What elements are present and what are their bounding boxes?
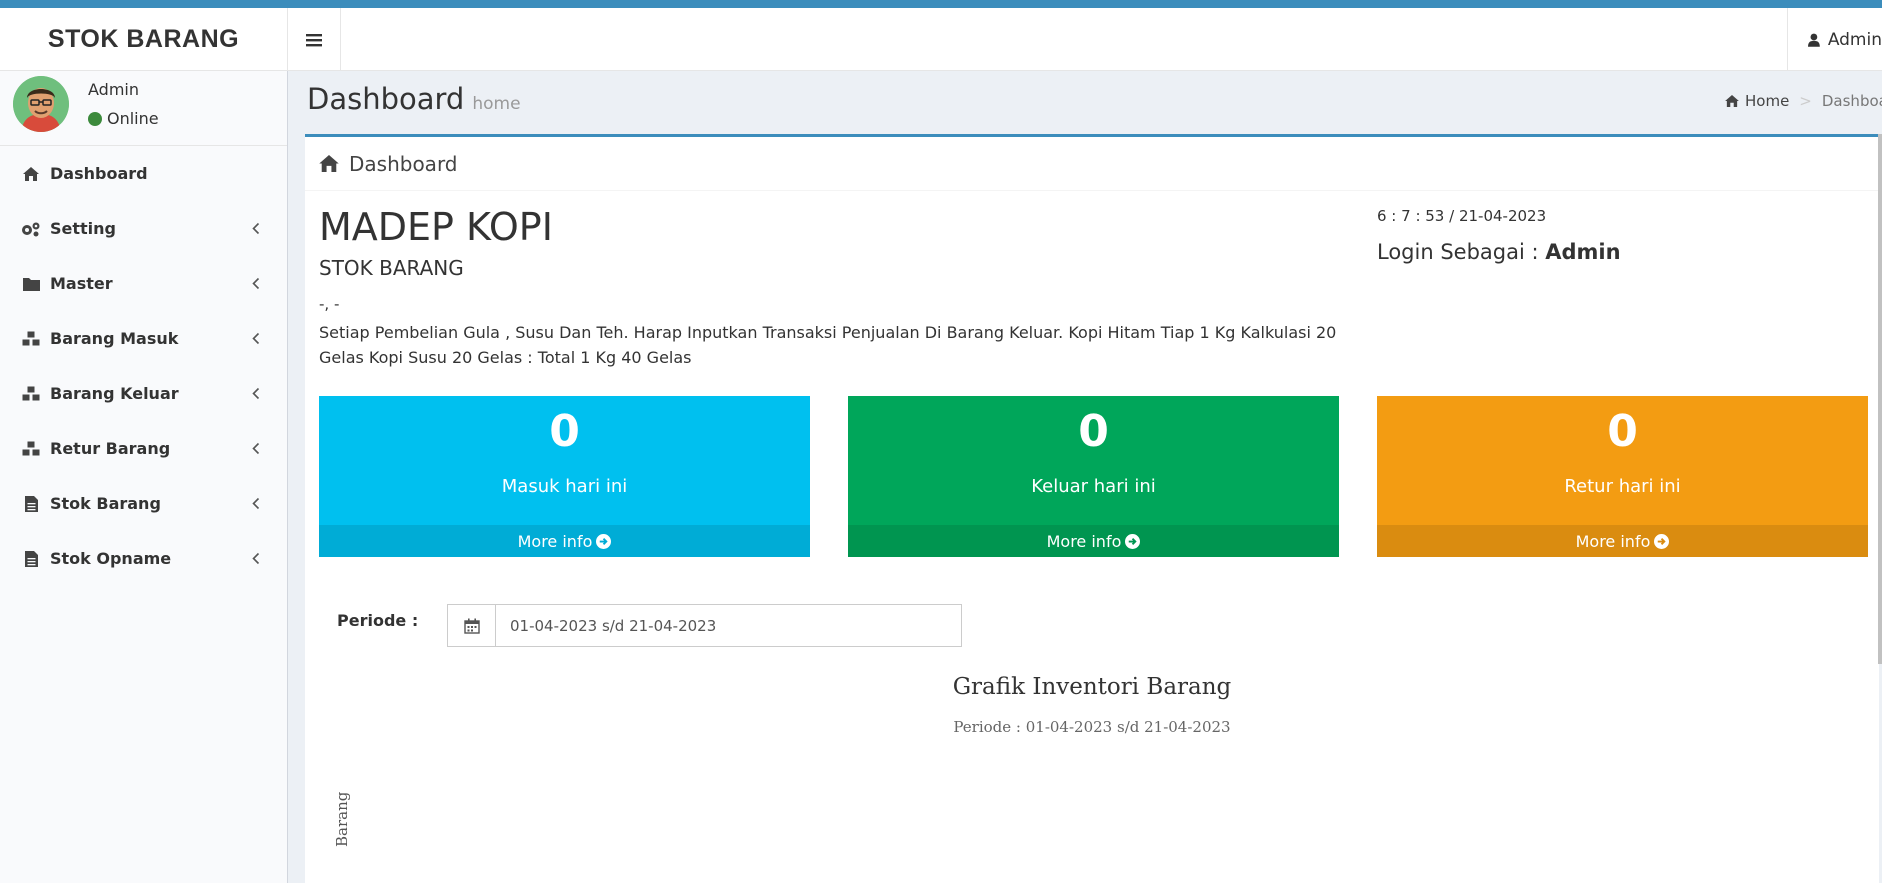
user-menu[interactable]: Admin — [1787, 8, 1882, 71]
stat-value: 0 — [1607, 406, 1638, 457]
more-info-text: More info — [1575, 531, 1651, 551]
arrow-circle-right-icon — [1125, 533, 1141, 549]
page-scrollbar[interactable] — [1878, 134, 1882, 664]
sidebar-item-retur-barang[interactable]: Retur Barang — [0, 421, 287, 476]
hamburger-icon — [306, 33, 322, 46]
sidebar-item-dashboard[interactable]: Dashboard — [0, 146, 287, 201]
stat-label: Masuk hari ini — [501, 476, 628, 497]
chevron-left-icon — [252, 274, 260, 293]
breadcrumb-home-link[interactable]: Home — [1745, 92, 1789, 110]
more-info-link[interactable]: More info — [1377, 525, 1868, 557]
box-title: Dashboard — [349, 151, 458, 176]
stat-box-masuk: 0 Masuk hari ini More info — [319, 396, 810, 557]
chart-y-axis-label: Barang — [333, 791, 351, 847]
sidebar: Admin Online Dashboard Setting Master Ba… — [0, 71, 288, 883]
arrow-circle-right-icon — [1654, 533, 1670, 549]
home-icon — [319, 155, 339, 172]
file-text-icon — [21, 550, 41, 568]
page-subtitle: home — [472, 94, 521, 114]
file-text-icon — [21, 495, 41, 513]
company-address: -, - — [319, 295, 340, 313]
sidebar-user-name: Admin — [88, 80, 139, 99]
sidebar-item-label: Stok Barang — [50, 494, 161, 513]
sidebar-item-barang-masuk[interactable]: Barang Masuk — [0, 311, 287, 366]
login-info: Login Sebagai : Admin — [1377, 240, 1621, 264]
sidebar-toggle-button[interactable] — [288, 8, 341, 71]
company-name: MADEP KOPI — [319, 205, 553, 249]
breadcrumb-separator: > — [1799, 92, 1812, 110]
app-logo[interactable]: STOK BARANG — [0, 8, 288, 71]
chevron-left-icon — [252, 219, 260, 238]
status-text: Online — [107, 109, 159, 128]
stat-box-keluar: 0 Keluar hari ini More info — [848, 396, 1339, 557]
online-status-icon — [88, 111, 102, 126]
sidebar-item-label: Master — [50, 274, 113, 293]
arrow-circle-right-icon — [596, 533, 612, 549]
periode-input[interactable] — [496, 605, 961, 646]
box-header: Dashboard — [305, 137, 1879, 191]
sidebar-item-stok-barang[interactable]: Stok Barang — [0, 476, 287, 531]
stat-box-retur: 0 Retur hari ini More info — [1377, 396, 1868, 557]
sidebar-item-label: Barang Keluar — [50, 384, 179, 403]
company-subtitle: STOK BARANG — [319, 256, 464, 280]
periode-label: Periode : — [337, 611, 419, 630]
calendar-icon — [463, 618, 480, 634]
login-user: Admin — [1545, 240, 1621, 264]
cubes-icon — [21, 330, 41, 348]
chart-subtitle: Periode : 01-04-2023 s/d 21-04-2023 — [953, 718, 1231, 736]
stat-value: 0 — [549, 406, 580, 457]
sidebar-item-label: Dashboard — [50, 164, 148, 183]
more-info-link[interactable]: More info — [319, 525, 810, 557]
user-menu-label: Admin — [1827, 29, 1882, 50]
dashboard-box: Dashboard MADEP KOPI STOK BARANG -, - Se… — [305, 134, 1879, 883]
clock-display: 6 : 7 : 53 / 21-04-2023 — [1377, 207, 1547, 225]
top-accent-bar — [0, 0, 1882, 8]
folder-icon — [21, 275, 41, 293]
stat-label: Retur hari ini — [1564, 476, 1681, 497]
user-icon — [1808, 33, 1820, 47]
chevron-left-icon — [252, 494, 260, 513]
periode-date-range — [447, 604, 962, 647]
home-icon — [1725, 95, 1739, 107]
chevron-left-icon — [252, 329, 260, 348]
stat-value: 0 — [1078, 406, 1109, 457]
breadcrumb: Home > Dashboard — [1725, 92, 1882, 110]
sidebar-item-setting[interactable]: Setting — [0, 201, 287, 256]
sidebar-item-label: Setting — [50, 219, 116, 238]
main-header: STOK BARANG Admin — [0, 8, 1882, 71]
sidebar-item-label: Retur Barang — [50, 439, 171, 458]
page-title-text: Dashboard — [307, 82, 465, 116]
chevron-left-icon — [252, 439, 260, 458]
sidebar-item-label: Stok Opname — [50, 549, 172, 568]
gears-icon — [21, 220, 41, 238]
sidebar-item-master[interactable]: Master — [0, 256, 287, 311]
sidebar-item-label: Barang Masuk — [50, 329, 179, 348]
user-panel: Admin Online — [0, 71, 287, 146]
chevron-left-icon — [252, 384, 260, 403]
calendar-button[interactable] — [448, 605, 496, 646]
breadcrumb-current: Dashboard — [1821, 92, 1882, 110]
chevron-left-icon — [252, 549, 260, 568]
sidebar-item-stok-opname[interactable]: Stok Opname — [0, 531, 287, 586]
info-note: Setiap Pembelian Gula , Susu Dan Teh. Ha… — [319, 323, 1337, 367]
cubes-icon — [21, 440, 41, 458]
more-info-text: More info — [1046, 531, 1122, 551]
chart-title: Grafik Inventori Barang — [952, 674, 1232, 700]
sidebar-user-status: Online — [88, 109, 159, 128]
avatar — [13, 76, 69, 132]
login-prefix: Login Sebagai : — [1377, 240, 1539, 264]
more-info-link[interactable]: More info — [848, 525, 1339, 557]
sidebar-item-barang-keluar[interactable]: Barang Keluar — [0, 366, 287, 421]
page-title: Dashboard home — [307, 82, 521, 116]
cubes-icon — [21, 385, 41, 403]
more-info-text: More info — [517, 531, 593, 551]
home-icon — [21, 165, 41, 183]
stat-label: Keluar hari ini — [1031, 476, 1156, 497]
